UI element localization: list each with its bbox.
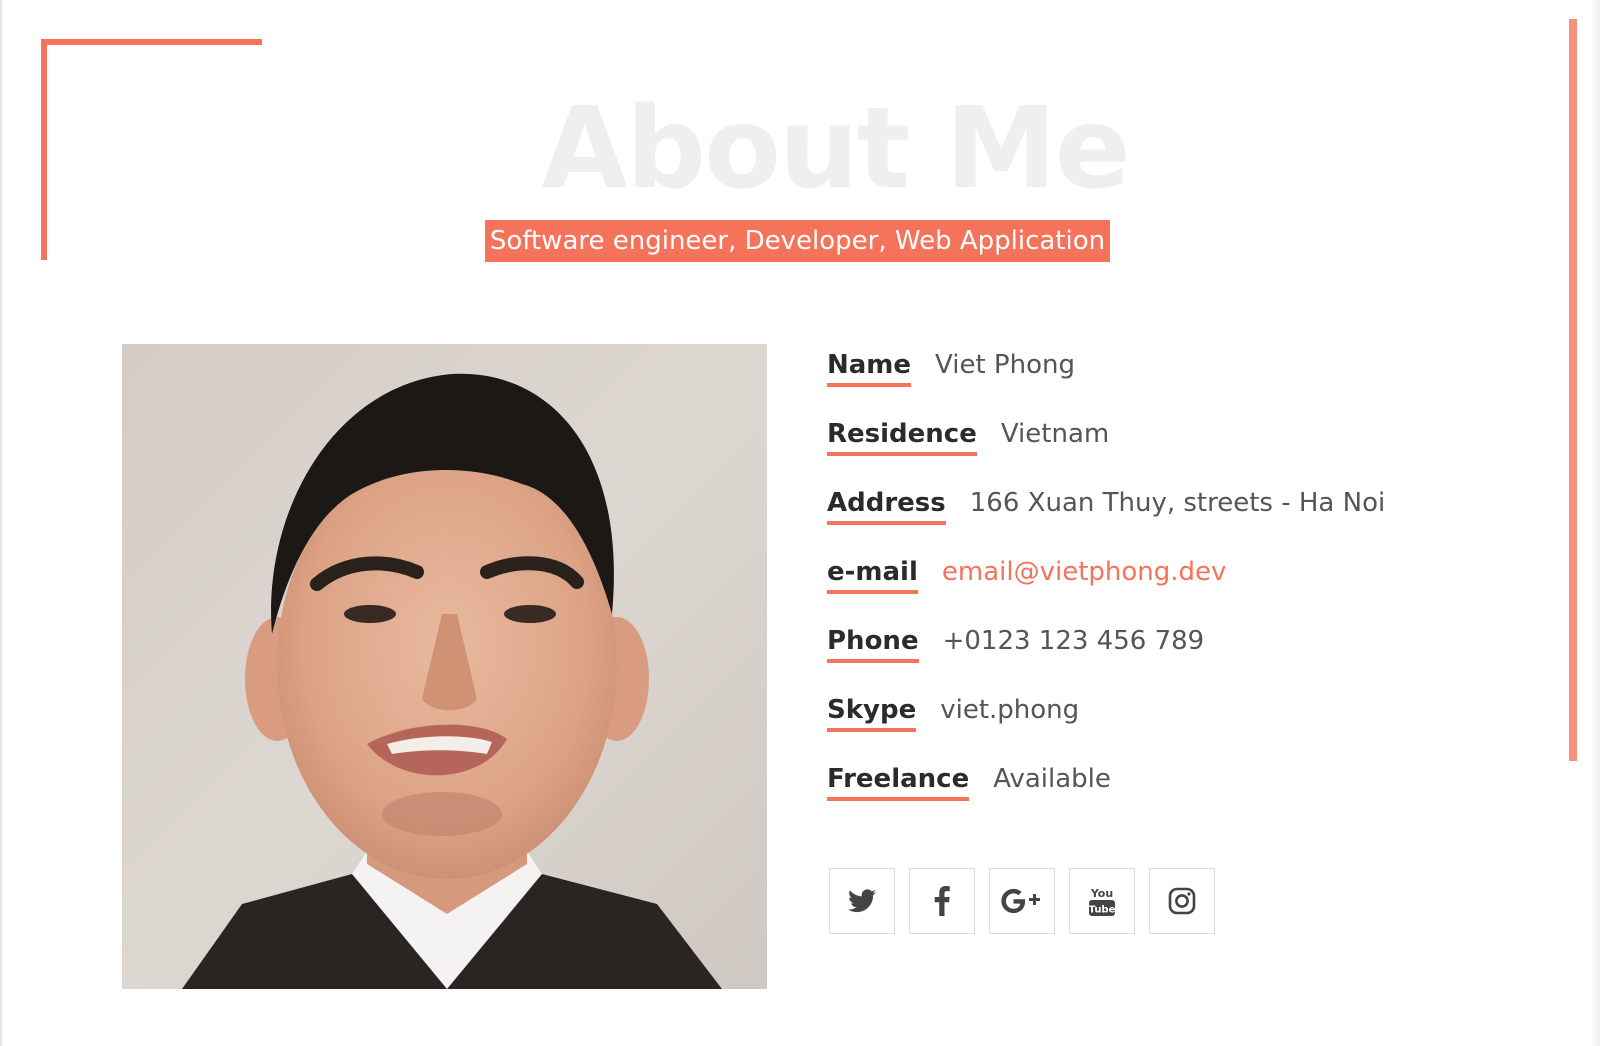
facebook-button[interactable] (909, 868, 975, 934)
twitter-button[interactable] (829, 868, 895, 934)
info-value: viet.phong (940, 695, 1080, 725)
info-row-phone: Phone +0123 123 456 789 (827, 624, 1204, 674)
info-value: Viet Phong (935, 350, 1075, 380)
corner-accent-top (41, 39, 262, 45)
youtube-icon-tube: Tube (1089, 905, 1116, 916)
info-row-residence: Residence Vietnam (827, 417, 1109, 467)
profile-photo (122, 344, 767, 989)
info-label: e-mail (827, 555, 918, 594)
info-label: Phone (827, 624, 919, 663)
profile-photo-illustration (122, 344, 767, 989)
info-row-name: Name Viet Phong (827, 348, 1075, 398)
info-label: Residence (827, 417, 977, 456)
instagram-icon (1168, 887, 1196, 915)
section-title: About Me (541, 84, 1130, 214)
info-label: Freelance (827, 762, 970, 801)
scrollbar-thumb[interactable] (1569, 19, 1577, 761)
google-plus-icon (1001, 888, 1040, 914)
info-value: 166 Xuan Thuy, streets - Ha Noi (969, 488, 1386, 518)
youtube-icon: You Tube (1089, 887, 1116, 916)
twitter-icon (848, 889, 876, 913)
info-row-freelance: Freelance Available (827, 762, 1111, 812)
info-label: Name (827, 348, 912, 387)
about-page: About Me Software engineer, Developer, W… (0, 0, 1600, 1046)
info-row-address: Address 166 Xuan Thuy, streets - Ha Noi (827, 486, 1385, 536)
instagram-button[interactable] (1149, 868, 1215, 934)
scrollbar-edge (1590, 0, 1600, 1046)
google-plus-button[interactable] (989, 868, 1055, 934)
info-label: Address (827, 486, 946, 525)
email-link[interactable]: email@vietphong.dev (942, 555, 1227, 589)
info-row-skype: Skype viet.phong (827, 693, 1079, 743)
youtube-button[interactable]: You Tube (1069, 868, 1135, 934)
info-row-email: e-mail email@vietphong.dev (827, 555, 1226, 605)
info-label: Skype (827, 693, 917, 732)
facebook-icon (934, 886, 950, 916)
info-value: +0123 123 456 789 (942, 626, 1205, 656)
info-value: Available (993, 764, 1111, 794)
info-value: Vietnam (1000, 419, 1110, 449)
youtube-icon-you: You (1090, 887, 1113, 900)
section-subtitle: Software engineer, Developer, Web Applic… (485, 220, 1110, 262)
